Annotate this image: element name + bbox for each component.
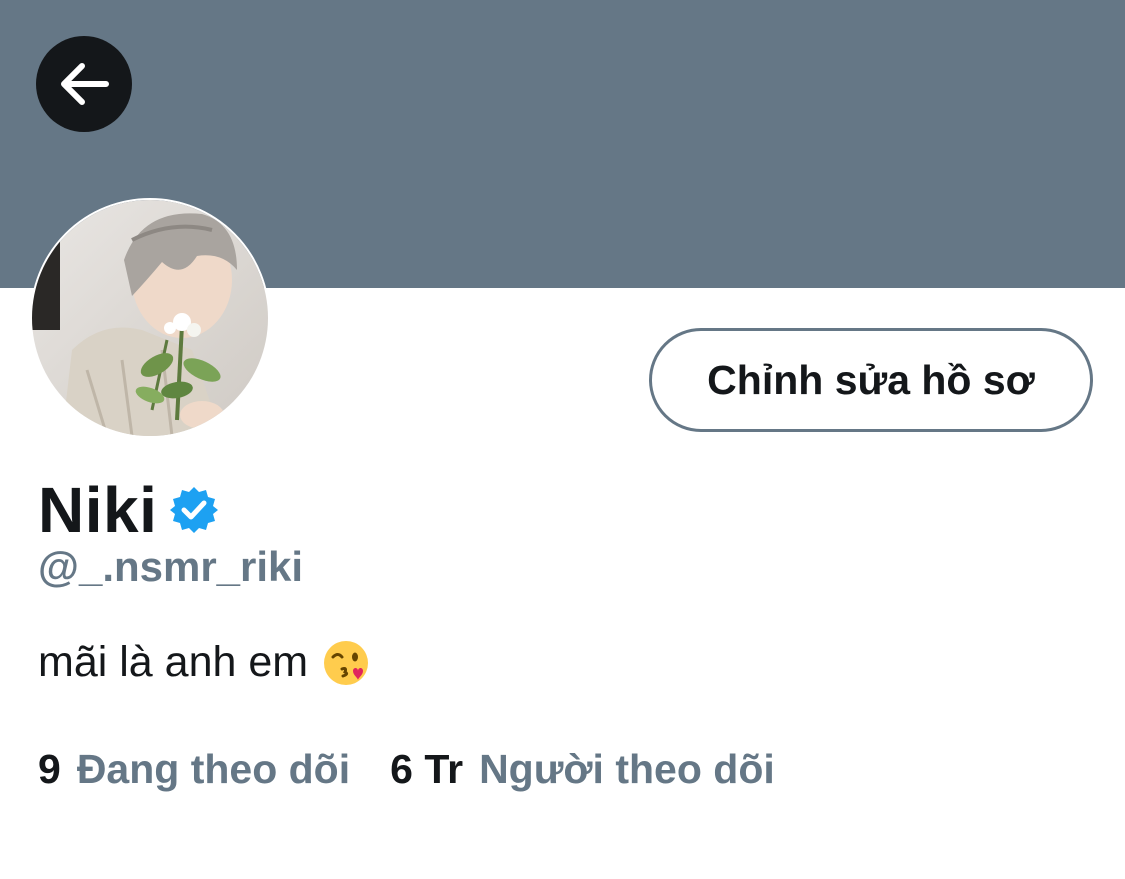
- bio-text: mãi là anh em: [38, 638, 309, 686]
- following-count: 9: [38, 746, 61, 792]
- face-throwing-kiss-emoji-icon: [322, 639, 370, 687]
- follow-stats: 9 Đang theo dõi 6 Tr Người theo dõi: [38, 746, 775, 793]
- profile-handle: @_.nsmr_riki: [38, 543, 304, 590]
- edit-profile-button[interactable]: Chỉnh sửa hồ sơ: [649, 328, 1093, 432]
- following-stat[interactable]: 9 Đang theo dõi: [38, 746, 350, 793]
- profile-bio: mãi là anh em: [38, 638, 370, 687]
- followers-label: Người theo dõi: [479, 746, 775, 792]
- followers-stat[interactable]: 6 Tr Người theo dõi: [390, 746, 775, 793]
- followers-count: 6 Tr: [390, 746, 464, 792]
- back-button[interactable]: [36, 36, 132, 132]
- avatar[interactable]: [30, 198, 270, 438]
- name-row: Niki: [38, 470, 219, 550]
- display-name: Niki: [38, 474, 158, 546]
- arrow-left-icon: [58, 62, 110, 106]
- verified-badge-icon: [169, 485, 219, 535]
- following-label: Đang theo dõi: [76, 746, 351, 792]
